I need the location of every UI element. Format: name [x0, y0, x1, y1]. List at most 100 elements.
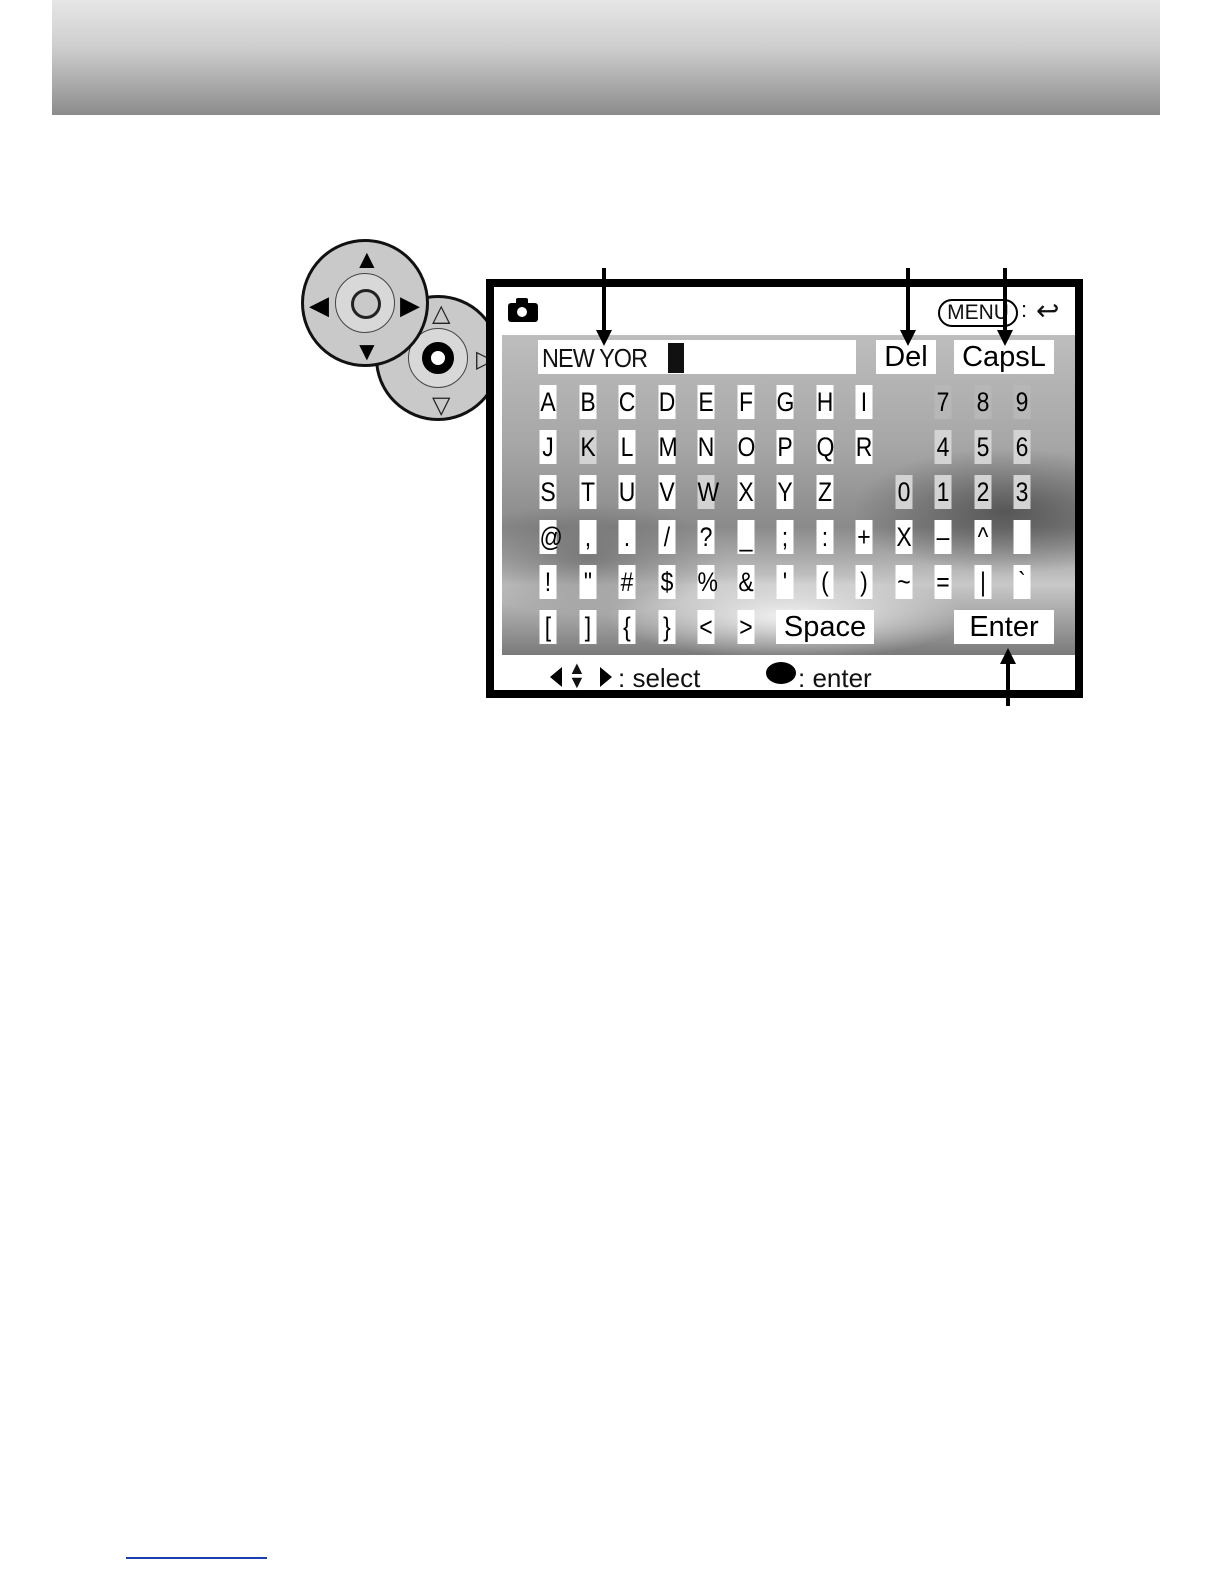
key-multiply[interactable]: X: [895, 520, 913, 554]
key-U[interactable]: U: [618, 475, 636, 509]
up-down-triangle-icon: ▲ ▼: [568, 658, 586, 692]
right-triangle-icon: [600, 667, 612, 687]
key-S[interactable]: S: [539, 475, 557, 509]
key-pipe[interactable]: |: [974, 565, 992, 599]
key-M[interactable]: M: [658, 430, 678, 464]
key-0[interactable]: 0: [895, 475, 913, 509]
callout-line-del: [906, 268, 910, 332]
key-P[interactable]: P: [776, 430, 794, 464]
key-T[interactable]: T: [579, 475, 597, 509]
key-H[interactable]: H: [816, 385, 834, 419]
key-1[interactable]: 1: [934, 475, 952, 509]
key-V[interactable]: V: [658, 475, 676, 509]
key-6[interactable]: 6: [1013, 430, 1031, 464]
key-3[interactable]: 3: [1013, 475, 1031, 509]
key-Y[interactable]: Y: [776, 475, 794, 509]
key-5[interactable]: 5: [974, 430, 992, 464]
callout-line-text-field: [602, 268, 606, 332]
key-hash[interactable]: #: [618, 565, 636, 599]
key-left-brace[interactable]: {: [618, 610, 636, 644]
key-greater-than[interactable]: >: [737, 610, 755, 644]
key-minus[interactable]: –: [934, 520, 952, 554]
key-tilde[interactable]: ~: [895, 565, 913, 599]
key-ampersand[interactable]: &: [737, 565, 755, 599]
controller-direction-dial: ▲ ▼ ◀ ▶: [301, 239, 429, 367]
key-question[interactable]: ?: [697, 520, 715, 554]
text-entry-field[interactable]: NEW YOR: [538, 340, 856, 374]
lcd-screen: MENU : ↩ NEW YOR Del CapsL A B C D E F G…: [486, 279, 1083, 698]
back-icon: ↩: [1036, 295, 1060, 326]
key-X[interactable]: X: [737, 475, 755, 509]
key-K[interactable]: K: [579, 430, 597, 464]
key-percent[interactable]: %: [697, 565, 718, 599]
key-comma[interactable]: ,: [579, 520, 597, 554]
key-2[interactable]: 2: [974, 475, 992, 509]
callout-arrow-capsl: [997, 330, 1013, 346]
key-less-than[interactable]: <: [697, 610, 715, 644]
camera-icon: [508, 298, 538, 322]
key-right-brace[interactable]: }: [658, 610, 676, 644]
callout-line-enter: [1006, 662, 1010, 706]
key-quote[interactable]: ": [579, 565, 597, 599]
up-arrow-icon: ▲: [354, 244, 380, 274]
space-key[interactable]: Space: [776, 610, 874, 644]
left-arrow-icon: ◀: [309, 290, 329, 320]
key-J[interactable]: J: [539, 430, 557, 464]
key-right-paren[interactable]: ): [855, 565, 873, 599]
key-D[interactable]: D: [658, 385, 676, 419]
key-left-bracket[interactable]: [: [539, 610, 557, 644]
key-exclaim[interactable]: !: [539, 565, 557, 599]
key-underscore[interactable]: _: [737, 520, 755, 554]
enter-key[interactable]: Enter: [954, 610, 1054, 644]
center-button-pressed-icon: [422, 342, 454, 374]
text-cursor: [668, 343, 684, 373]
hint-select: : select: [618, 663, 701, 693]
key-L[interactable]: L: [618, 430, 636, 464]
key-8[interactable]: 8: [974, 385, 992, 419]
callout-arrow-del: [900, 330, 916, 346]
key-plus[interactable]: +: [855, 520, 873, 554]
key-slash[interactable]: /: [658, 520, 676, 554]
key-B[interactable]: B: [579, 385, 597, 419]
key-F[interactable]: F: [737, 385, 755, 419]
key-E[interactable]: E: [697, 385, 715, 419]
left-triangle-icon: [550, 667, 562, 687]
key-7[interactable]: 7: [934, 385, 952, 419]
key-caret[interactable]: ^: [974, 520, 992, 554]
key-backtick[interactable]: `: [1013, 565, 1031, 599]
key-colon[interactable]: :: [816, 520, 834, 554]
callout-line-capsl: [1003, 268, 1007, 332]
hollow-down-arrow-icon: ▽: [432, 392, 451, 419]
key-W[interactable]: W: [697, 475, 719, 509]
menu-separator: :: [1021, 297, 1028, 322]
footer-link-rule: [126, 1557, 267, 1559]
key-right-bracket[interactable]: ]: [579, 610, 597, 644]
key-semicolon[interactable]: ;: [776, 520, 794, 554]
key-at[interactable]: @: [539, 520, 563, 554]
key-G[interactable]: G: [776, 385, 794, 419]
text-entry-value: NEW YOR: [542, 343, 648, 373]
key-Z[interactable]: Z: [816, 475, 834, 509]
key-left-paren[interactable]: (: [816, 565, 834, 599]
key-4[interactable]: 4: [934, 430, 952, 464]
key-equals[interactable]: =: [934, 565, 952, 599]
key-C[interactable]: C: [618, 385, 636, 419]
enter-dot-icon: [766, 662, 796, 684]
hint-enter: : enter: [798, 663, 872, 693]
key-Q[interactable]: Q: [816, 430, 834, 464]
key-blank[interactable]: [1013, 520, 1031, 554]
callout-arrow-text-field: [596, 330, 612, 346]
key-A[interactable]: A: [539, 385, 557, 419]
key-9[interactable]: 9: [1013, 385, 1031, 419]
key-period[interactable]: .: [618, 520, 636, 554]
key-apostrophe[interactable]: ': [776, 565, 794, 599]
key-R[interactable]: R: [855, 430, 873, 464]
key-O[interactable]: O: [737, 430, 755, 464]
key-N[interactable]: N: [697, 430, 715, 464]
header-band: [52, 0, 1160, 115]
center-button-icon: [351, 289, 381, 319]
down-arrow-icon: ▼: [354, 336, 380, 366]
key-I[interactable]: I: [855, 385, 873, 419]
key-dollar[interactable]: $: [658, 565, 676, 599]
right-arrow-icon: ▶: [400, 290, 420, 320]
